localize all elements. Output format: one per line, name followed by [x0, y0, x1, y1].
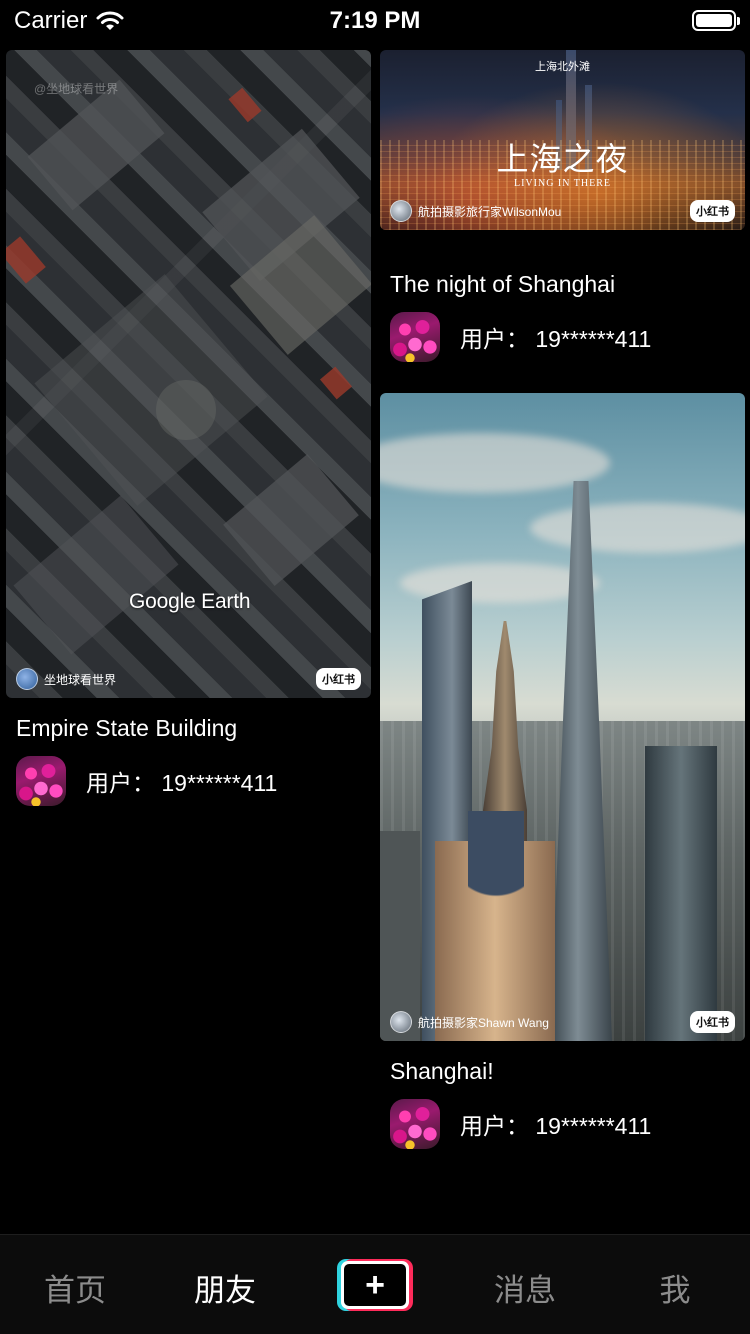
feed-card-1[interactable]: @坐地球看世界 Google Earth 坐地球看世界 小红书 Empire S… — [6, 50, 371, 810]
source-avatar — [16, 668, 38, 690]
card-image-aerial[interactable]: @坐地球看世界 Google Earth 坐地球看世界 小红书 — [6, 50, 371, 698]
avatar[interactable] — [16, 756, 66, 806]
image-headline: 上海之夜 — [496, 140, 629, 178]
status-bar: Carrier 7:19 PM — [0, 0, 750, 40]
xiaohongshu-badge: 小红书 — [690, 1011, 735, 1033]
google-earth-label: Google Earth — [129, 590, 251, 613]
card-author[interactable]: 用户： 19******411 — [390, 312, 651, 362]
image-watermark: @坐地球看世界 — [34, 82, 119, 96]
card-image-night[interactable]: 上海北外滩 上海之夜 LIVING IN THERE 航拍摄影旅行家Wilson… — [380, 50, 745, 230]
card-image-skyline[interactable]: 航拍摄影家Shawn Wang 小红书 — [380, 393, 745, 1041]
tab-messages[interactable]: 消息 — [450, 1265, 600, 1310]
card-author[interactable]: 用户： 19******411 — [16, 756, 277, 806]
card-title: Empire State Building — [16, 715, 238, 741]
author-name: 用户： 19******411 — [460, 326, 652, 352]
status-time: 7:19 PM — [329, 7, 421, 34]
source-name: 航拍摄影家Shawn Wang — [418, 1015, 549, 1030]
feed-card-3[interactable]: 航拍摄影家Shawn Wang 小红书 Shanghai! 用户： 19****… — [380, 393, 745, 1163]
image-subline: LIVING IN THERE — [513, 178, 612, 189]
source-avatar — [390, 200, 412, 222]
source-name: 坐地球看世界 — [44, 672, 117, 687]
battery-icon — [692, 10, 740, 31]
avatar[interactable] — [390, 1099, 440, 1149]
image-source: 坐地球看世界 — [16, 668, 116, 690]
image-top-caption: 上海北外滩 — [535, 61, 590, 73]
avatar[interactable] — [390, 312, 440, 362]
card-title: The night of Shanghai — [390, 271, 616, 297]
source-name: 航拍摄影旅行家WilsonMou — [418, 204, 562, 219]
tab-home[interactable]: 首页 — [0, 1265, 150, 1310]
image-source: 航拍摄影旅行家WilsonMou — [390, 200, 561, 222]
add-button[interactable]: + — [337, 1259, 413, 1311]
image-source: 航拍摄影家Shawn Wang — [390, 1011, 549, 1033]
author-name: 用户： 19******411 — [86, 770, 278, 796]
card-author[interactable]: 用户： 19******411 — [390, 1099, 651, 1149]
feed-card-2[interactable]: 上海北外滩 上海之夜 LIVING IN THERE 航拍摄影旅行家Wilson… — [380, 50, 745, 370]
xiaohongshu-badge: 小红书 — [316, 668, 361, 690]
tab-bar: 首页 朋友 + 消息 我 — [0, 1234, 750, 1334]
tab-me[interactable]: 我 — [600, 1265, 750, 1310]
tab-friends[interactable]: 朋友 — [150, 1265, 300, 1310]
source-avatar — [390, 1011, 412, 1033]
xiaohongshu-badge: 小红书 — [690, 200, 735, 222]
author-name: 用户： 19******411 — [460, 1113, 652, 1139]
card-title: Shanghai! — [390, 1058, 494, 1084]
plus-icon: + — [365, 1266, 385, 1304]
